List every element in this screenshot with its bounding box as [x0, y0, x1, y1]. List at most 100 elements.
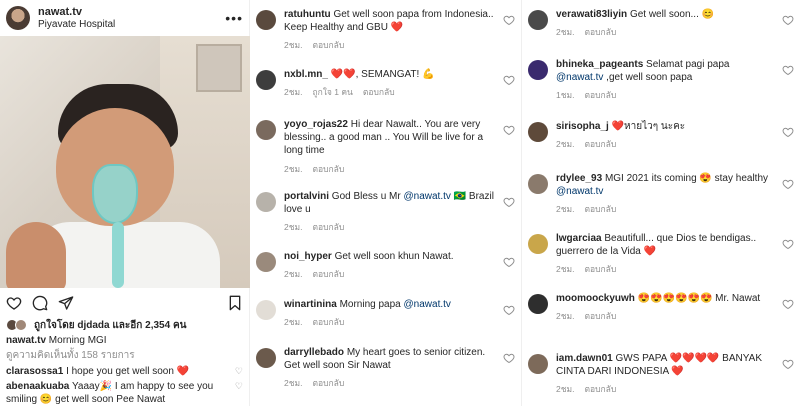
- commenter-avatar[interactable]: [528, 122, 548, 142]
- comment-body: rdylee_93 MGI 2021 its coming 😍 stay hea…: [556, 172, 794, 216]
- comment-username[interactable]: nxbl.mn_: [284, 69, 328, 80]
- comment-username[interactable]: abenaakuaba: [6, 381, 69, 392]
- comment-like-icon[interactable]: [782, 358, 794, 370]
- comment-like-icon[interactable]: [782, 64, 794, 76]
- comment-like-icon[interactable]: [782, 126, 794, 138]
- instagram-post: nawat.tv Piyavate Hospital ••• ถูกใจโดย …: [0, 0, 250, 406]
- comment-likes[interactable]: ถูกใจ 1 คน: [312, 87, 352, 97]
- comment-meta: 2ชม. ตอบกลับ: [284, 162, 497, 176]
- comment-meta: 2ชม. ถูกใจ 1 คน ตอบกลับ: [284, 85, 497, 99]
- commenter-avatar[interactable]: [528, 10, 548, 30]
- comment-mention[interactable]: @nawat.tv: [404, 191, 451, 202]
- comment-mention[interactable]: @nawat.tv: [404, 299, 451, 310]
- comment-like-icon[interactable]: [782, 14, 794, 26]
- comment-like-icon[interactable]: [503, 196, 515, 208]
- reply-button[interactable]: ตอบกลับ: [584, 204, 616, 214]
- post-username[interactable]: nawat.tv: [38, 6, 225, 19]
- comment-like-icon[interactable]: [503, 352, 515, 364]
- commenter-avatar[interactable]: [256, 192, 276, 212]
- comment-username[interactable]: iam.dawn01: [556, 353, 613, 364]
- comment-username[interactable]: moomoockyuwh: [556, 293, 635, 304]
- likes-summary[interactable]: ถูกใจโดย djdada และอีก 2,354 คน: [0, 318, 249, 332]
- comment-username[interactable]: ratuhuntu: [284, 9, 331, 20]
- comment-like-icon[interactable]: [503, 256, 515, 268]
- comment-like-icon[interactable]: [782, 178, 794, 190]
- reply-button[interactable]: ตอบกลับ: [312, 164, 344, 174]
- reply-button[interactable]: ตอบกลับ: [312, 269, 344, 279]
- comment-username[interactable]: darryllebado: [284, 347, 344, 358]
- commenter-avatar[interactable]: [256, 10, 276, 30]
- comment-time: 2ชม.: [284, 163, 303, 174]
- commenter-avatar[interactable]: [528, 234, 548, 254]
- commenter-avatar[interactable]: [256, 70, 276, 90]
- commenter-avatar[interactable]: [256, 300, 276, 320]
- comment-like-icon[interactable]: ♡: [235, 366, 243, 377]
- post-author-avatar[interactable]: [6, 6, 30, 30]
- comment-username[interactable]: clarasossa1: [6, 366, 63, 377]
- comment-body: winartinina Morning papa @nawat.tv 2ชม. ตอ…: [284, 298, 515, 329]
- comment-content: bhineka_pageants Selamat pagi papa @nawa…: [556, 58, 776, 84]
- post-header: nawat.tv Piyavate Hospital •••: [0, 0, 249, 36]
- commenter-avatar[interactable]: [528, 174, 548, 194]
- comment-time: 2ชม.: [284, 269, 303, 280]
- commenter-avatar[interactable]: [256, 348, 276, 368]
- reply-button[interactable]: ตอบกลับ: [312, 222, 344, 232]
- comment-item: noi_hyper Get well soon khun Nawat. 2ชม. ต…: [256, 250, 515, 281]
- commenter-avatar[interactable]: [256, 252, 276, 272]
- comment-mention[interactable]: @nawat.tv: [556, 72, 603, 83]
- comment-username[interactable]: yoyo_rojas22: [284, 119, 348, 130]
- comment-like-icon[interactable]: [503, 304, 515, 316]
- reply-button[interactable]: ตอบกลับ: [584, 384, 616, 394]
- comment-like-icon[interactable]: [782, 238, 794, 250]
- reply-button[interactable]: ตอบกลับ: [584, 264, 616, 274]
- post-photo[interactable]: [0, 36, 250, 288]
- caption-username[interactable]: nawat.tv: [6, 335, 46, 346]
- comment-username[interactable]: portalvini: [284, 191, 329, 202]
- comment-like-icon[interactable]: [782, 298, 794, 310]
- comment-text: I hope you get well soon ❤️: [66, 366, 190, 377]
- comment-username[interactable]: rdylee_93: [556, 173, 602, 184]
- reply-button[interactable]: ตอบกลับ: [584, 90, 616, 100]
- more-options-icon[interactable]: •••: [225, 10, 243, 26]
- post-location[interactable]: Piyavate Hospital: [38, 19, 225, 31]
- comment-like-icon[interactable]: ♡: [235, 381, 243, 392]
- comment-time: 2ชม.: [284, 317, 303, 328]
- comment-meta: 2ชม. ตอบกลับ: [284, 315, 497, 329]
- comment-like-icon[interactable]: [503, 124, 515, 136]
- reply-button[interactable]: ตอบกลับ: [312, 317, 344, 327]
- comment-item: lwgarciaa Beautifull... que Dios te bend…: [528, 232, 794, 276]
- comment-username[interactable]: lwgarciaa: [556, 233, 602, 244]
- commenter-avatar[interactable]: [256, 120, 276, 140]
- comment-username[interactable]: sirisopha_j: [556, 121, 609, 132]
- comment-username[interactable]: bhineka_pageants: [556, 59, 643, 70]
- share-icon[interactable]: [58, 295, 74, 311]
- comment-time: 2ชม.: [556, 139, 575, 150]
- comment-content: portalvini God Bless u Mr @nawat.tv 🇧🇷 B…: [284, 190, 497, 216]
- reply-button[interactable]: ตอบกลับ: [312, 40, 344, 50]
- view-all-comments-link[interactable]: ดูความคิดเห็นทั้ง 158 รายการ: [0, 346, 249, 363]
- reply-button[interactable]: ตอบกลับ: [312, 378, 344, 388]
- comments-column-right: verawati83liyin Get well soon... 😊 2ชม. ตอ…: [522, 0, 800, 406]
- comment-username[interactable]: winartinina: [284, 299, 337, 310]
- heart-icon[interactable]: [6, 295, 22, 311]
- comment-like-icon[interactable]: [503, 74, 515, 86]
- commenter-avatar[interactable]: [528, 354, 548, 374]
- reply-button[interactable]: ตอบกลับ: [584, 27, 616, 37]
- reply-button[interactable]: ตอบกลับ: [584, 139, 616, 149]
- comment-item: ratuhuntu Get well soon papa from Indone…: [256, 8, 515, 52]
- comment-icon[interactable]: [32, 295, 48, 311]
- comment-body: yoyo_rojas22 Hi dear Nawalt.. You are ve…: [284, 118, 515, 176]
- comment-content: rdylee_93 MGI 2021 its coming 😍 stay hea…: [556, 172, 776, 198]
- comment-username[interactable]: verawati83liyin: [556, 9, 627, 20]
- reply-button[interactable]: ตอบกลับ: [363, 87, 395, 97]
- commenter-avatar[interactable]: [528, 60, 548, 80]
- comment-username[interactable]: noi_hyper: [284, 251, 332, 262]
- reply-button[interactable]: ตอบกลับ: [584, 311, 616, 321]
- comment-item: iam.dawn01 GWS PAPA ❤️❤️❤️❤️ BANYAK CINT…: [528, 352, 794, 396]
- comment-body: nxbl.mn_ ❤️❤️, SEMANGAT! 💪 2ชม. ถูกใจ 1 คน…: [284, 68, 515, 99]
- comment-like-icon[interactable]: [503, 14, 515, 26]
- comment-mention[interactable]: @nawat.tv: [556, 186, 603, 197]
- bookmark-icon[interactable]: [227, 295, 243, 311]
- commenter-avatar[interactable]: [528, 294, 548, 314]
- comment-time: 2ชม.: [556, 311, 575, 322]
